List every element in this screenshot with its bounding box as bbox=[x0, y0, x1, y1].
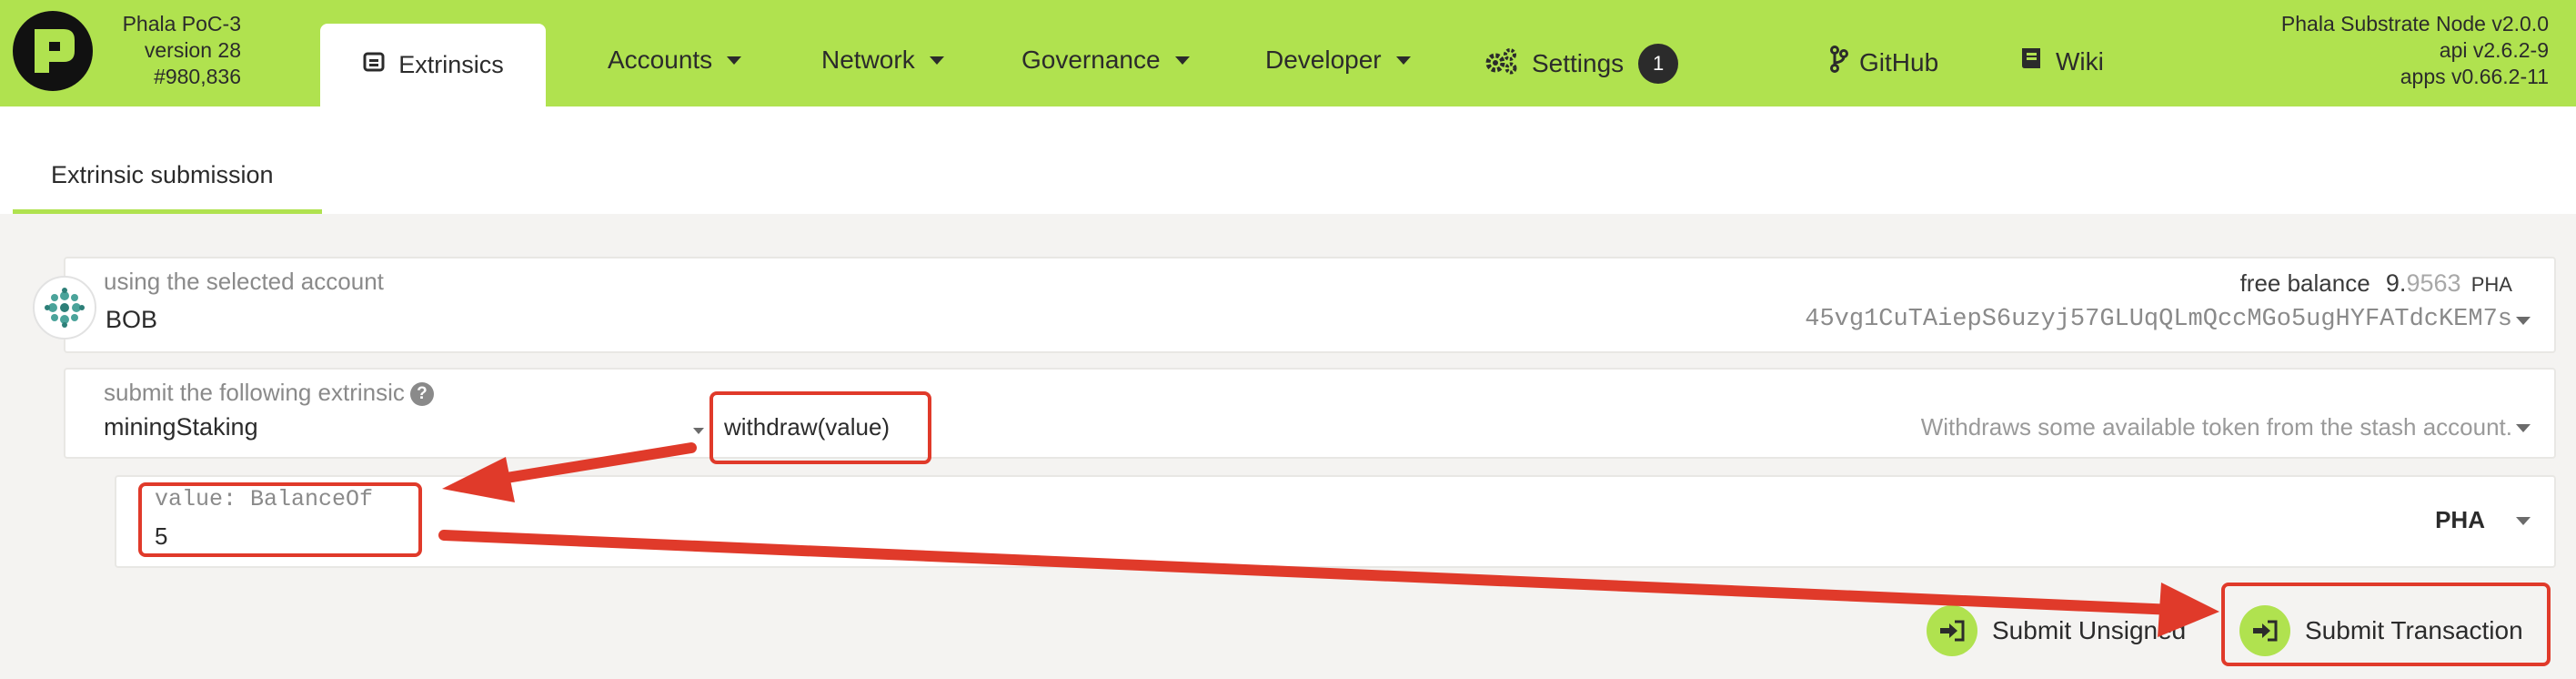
extrinsic-label-text: submit the following extrinsic bbox=[104, 379, 405, 406]
tab-extrinsic-submission[interactable]: Extrinsic submission bbox=[51, 161, 274, 189]
chevron-down-icon bbox=[2516, 424, 2531, 432]
apps-version: apps v0.66.2-11 bbox=[2400, 65, 2549, 88]
chevron-down-icon bbox=[2516, 317, 2531, 325]
chain-selector[interactable]: Phala PoC-3 version 28 #980,836 bbox=[96, 11, 363, 90]
module-dropdown[interactable]: miningStaking bbox=[104, 413, 704, 450]
extrinsics-icon bbox=[362, 50, 386, 80]
annotation-highlight-submit bbox=[2221, 583, 2551, 666]
nav-accounts[interactable]: Accounts bbox=[608, 46, 742, 75]
chevron-down-icon bbox=[929, 56, 944, 65]
account-selector[interactable]: using the selected account BOB free bala… bbox=[64, 257, 2556, 353]
free-balance-unit: PHA bbox=[2470, 273, 2512, 296]
free-balance: free balance 9.9563 PHA bbox=[2240, 269, 2512, 298]
nav-github[interactable]: GitHub bbox=[1830, 46, 1938, 79]
sign-in-icon bbox=[1927, 605, 1977, 656]
nav-github-label: GitHub bbox=[1859, 47, 1939, 76]
method-description: Withdraws some available token from the … bbox=[1920, 413, 2512, 441]
extrinsic-selector: submit the following extrinsic? miningSt… bbox=[64, 368, 2556, 459]
account-label: using the selected account bbox=[104, 268, 384, 295]
extrinsic-label: submit the following extrinsic? bbox=[104, 379, 434, 407]
chain-name: Phala PoC-3 bbox=[122, 12, 241, 35]
nav-accounts-label: Accounts bbox=[608, 46, 713, 74]
account-address: 45vg1CuTAiepS6uzyj57GLUqQLmQccMGo5ugHYFA… bbox=[1805, 306, 2512, 333]
node-info: Phala Substrate Node v2.0.0 api v2.6.2-9… bbox=[2281, 11, 2549, 90]
module-name: miningStaking bbox=[104, 413, 258, 441]
settings-notification-badge: 1 bbox=[1638, 44, 1679, 84]
nav-network-label: Network bbox=[821, 46, 915, 74]
chevron-down-icon bbox=[2516, 517, 2531, 525]
free-balance-label: free balance bbox=[2239, 269, 2370, 297]
phala-logo-icon[interactable] bbox=[13, 11, 93, 91]
submit-unsigned-button[interactable]: Submit Unsigned bbox=[1927, 605, 2186, 656]
chain-version: version 28 bbox=[144, 38, 241, 62]
nav-network[interactable]: Network bbox=[821, 46, 944, 75]
chevron-down-icon bbox=[727, 56, 742, 65]
account-name: BOB bbox=[106, 306, 158, 333]
annotation-highlight-method bbox=[709, 391, 931, 464]
chevron-down-icon bbox=[1395, 56, 1411, 65]
help-icon[interactable]: ? bbox=[409, 382, 434, 407]
node-name: Phala Substrate Node v2.0.0 bbox=[2280, 12, 2549, 35]
submit-unsigned-label: Submit Unsigned bbox=[1992, 616, 2187, 644]
nav-governance[interactable]: Governance bbox=[1021, 46, 1190, 75]
tab-extrinsics[interactable]: Extrinsics bbox=[320, 24, 546, 106]
active-tab-underline bbox=[13, 209, 322, 214]
chain-block-number: #980,836 bbox=[154, 65, 241, 88]
nav-settings-label: Settings bbox=[1532, 49, 1625, 77]
nav-developer-label: Developer bbox=[1265, 46, 1382, 74]
book-icon bbox=[2019, 46, 2043, 77]
sub-navigation: Extrinsic submission bbox=[0, 106, 2576, 214]
api-version: api v2.6.2-9 bbox=[2439, 38, 2549, 62]
param-value-input[interactable]: value: BalanceOf 5 PHA bbox=[115, 475, 2556, 568]
nav-developer[interactable]: Developer bbox=[1265, 46, 1411, 75]
gears-icon bbox=[1484, 47, 1519, 81]
account-identicon-icon bbox=[33, 276, 96, 340]
free-balance-integer: 9. bbox=[2385, 269, 2407, 297]
top-navigation-bar: Phala PoC-3 version 28 #980,836 Extrinsi… bbox=[0, 0, 2576, 106]
free-balance-decimal: 9563 bbox=[2406, 269, 2461, 297]
nav-wiki[interactable]: Wiki bbox=[2019, 46, 2104, 77]
tab-extrinsics-label: Extrinsics bbox=[398, 51, 504, 78]
param-unit-selector[interactable]: PHA bbox=[2435, 506, 2485, 534]
nav-wiki-label: Wiki bbox=[2056, 46, 2104, 76]
chevron-down-icon bbox=[693, 428, 704, 434]
nav-settings[interactable]: Settings 1 bbox=[1484, 44, 1679, 84]
chevron-down-icon bbox=[1174, 56, 1190, 65]
nav-governance-label: Governance bbox=[1021, 46, 1161, 74]
git-branch-icon bbox=[1830, 46, 1848, 79]
annotation-highlight-param bbox=[138, 482, 422, 557]
